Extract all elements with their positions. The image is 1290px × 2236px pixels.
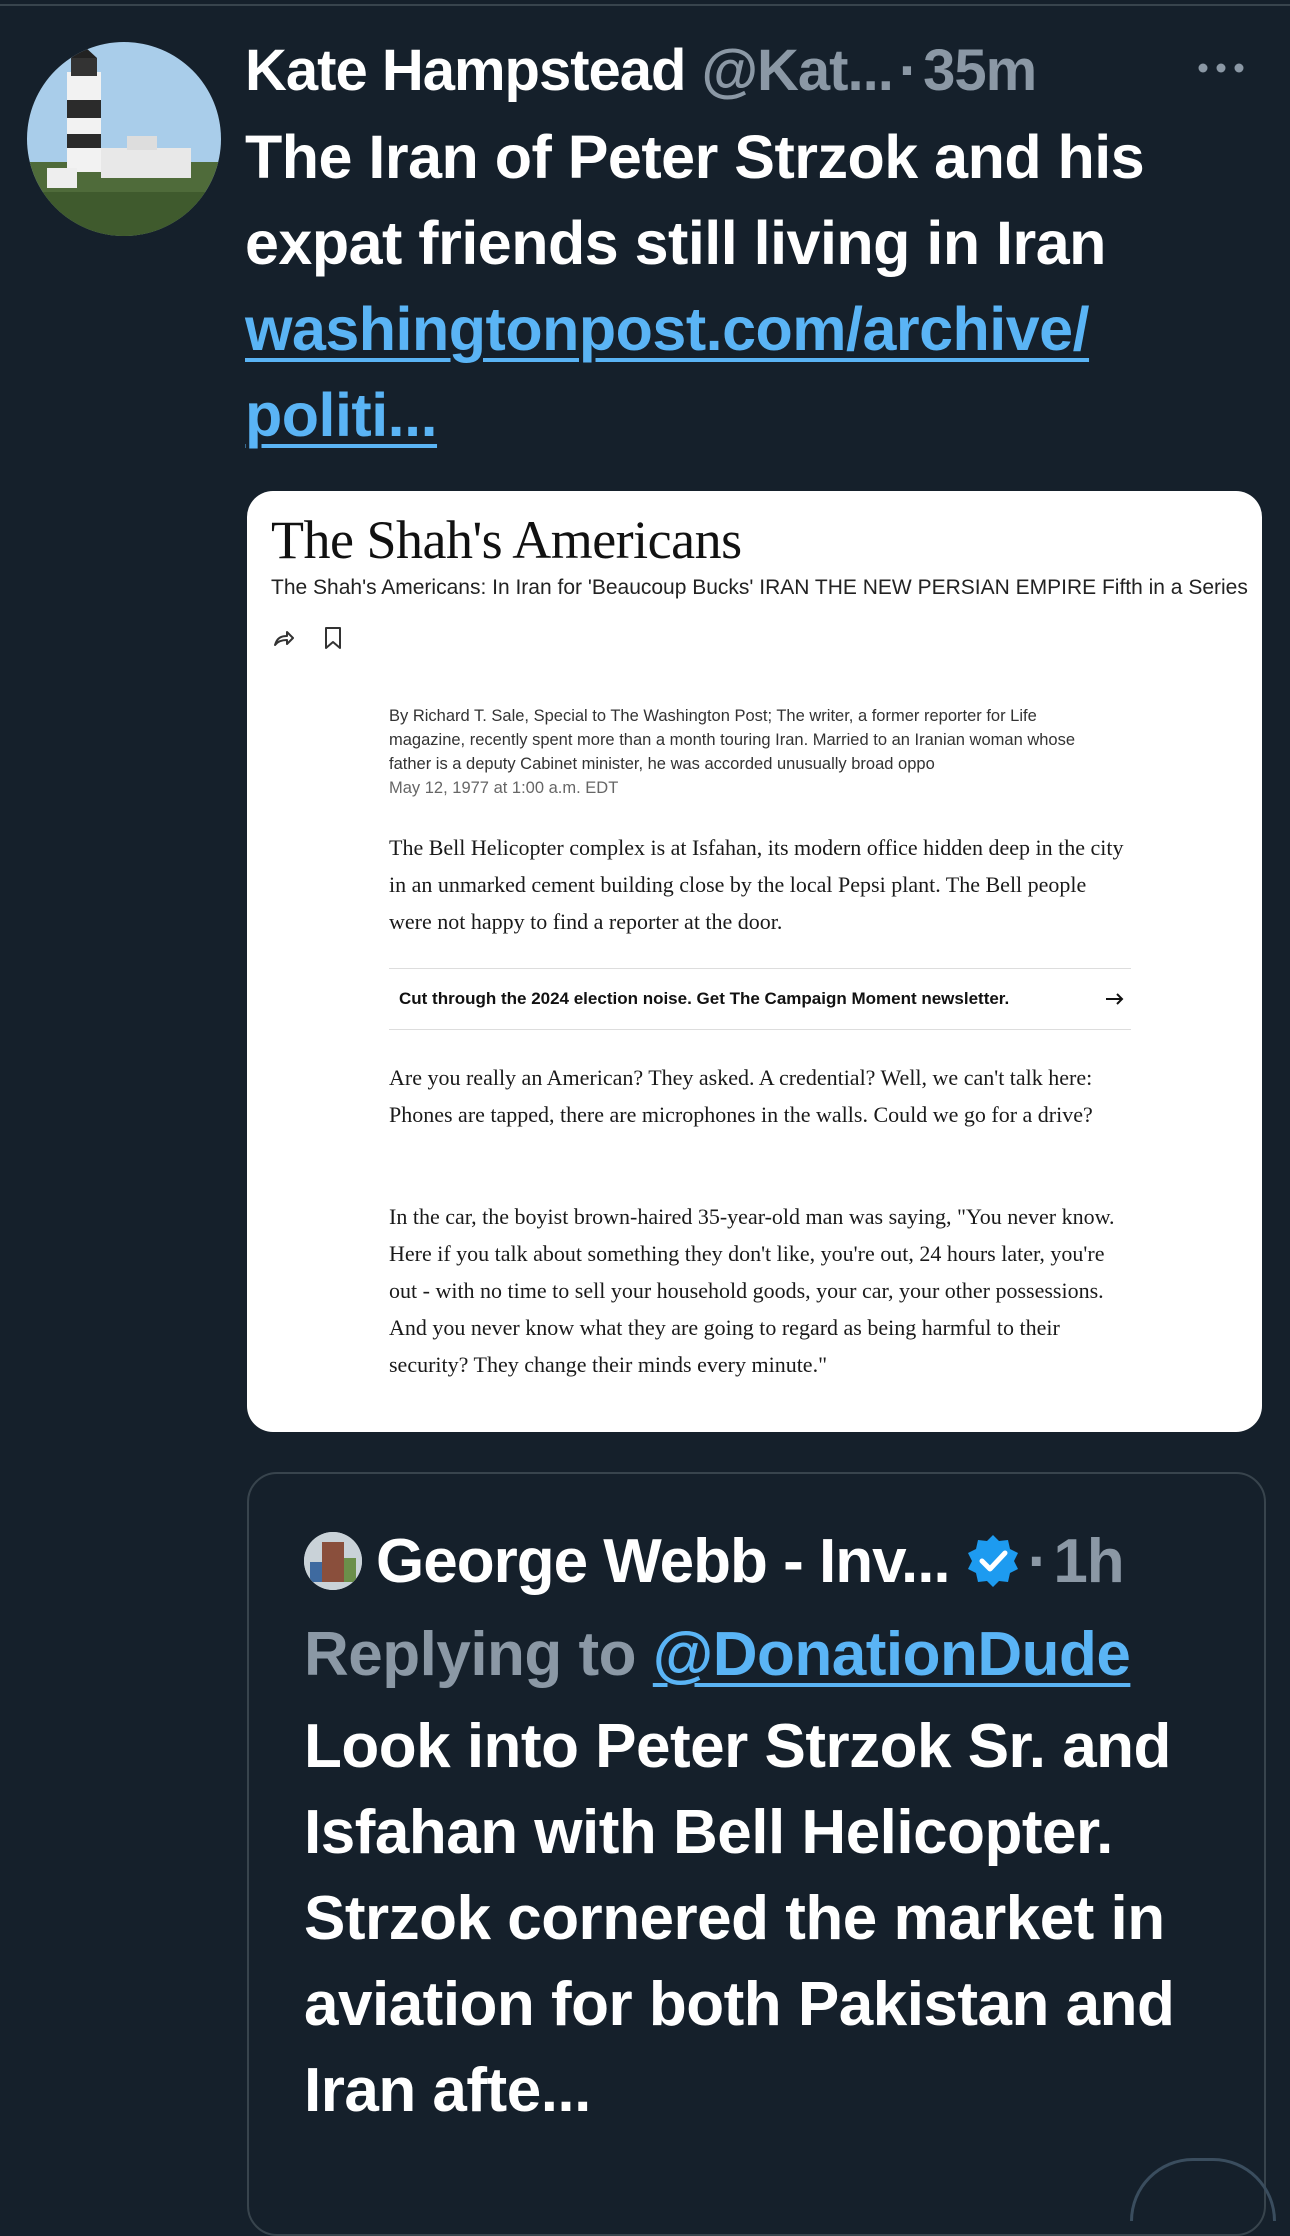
lighthouse-avatar-image [27,42,221,236]
tweet-link-line2[interactable]: politi... [245,372,1235,458]
tweet: Kate Hampstead @Kat... · 35m The Iran of… [245,30,1265,458]
quoted-tweet-header: George Webb - Inv... · 1h [304,1526,1125,1597]
top-divider [0,4,1290,6]
quoted-tweet-text: Look into Peter Strzok Sr. and Isfahan w… [304,1712,1175,2125]
verified-badge-icon [967,1535,1018,1587]
quoted-author-name[interactable]: George Webb - Inv... [376,1526,951,1597]
author-handle[interactable]: @Kat... [701,37,893,104]
quoted-separator-dot: · [1027,1526,1049,1596]
author-avatar[interactable] [27,42,221,236]
article-title: The Shah's Americans [271,510,742,570]
quoted-author-avatar[interactable] [304,1532,362,1590]
article-paragraph-1: The Bell Helicopter complex is at Isfaha… [389,835,1124,934]
quoted-avatar-image [304,1532,362,1590]
replying-to-handle[interactable]: @DonationDude [653,1620,1131,1689]
separator-dot: · [898,37,918,103]
tweet-text: The Iran of Peter Strzok and his expat f… [245,114,1235,458]
share-icon[interactable] [271,626,295,650]
quoted-tweet-time[interactable]: 1h [1053,1526,1124,1597]
article-subtitle: The Shah's Americans: In Iran for 'Beauc… [271,576,1248,599]
tweet-link-line1[interactable]: washingtonpost.com/archive/ [245,286,1235,372]
newsletter-promo[interactable]: Cut through the 2024 election noise. Get… [389,968,1131,1030]
bookmark-icon[interactable] [323,626,343,650]
newsletter-text: Cut through the 2024 election noise. Get… [399,989,1010,1008]
tweet-time[interactable]: 35m [923,37,1037,104]
more-horizontal-icon[interactable] [1191,48,1251,88]
link-preview-card[interactable]: The Shah's Americans The Shah's American… [247,491,1262,1432]
tweet-text-body: The Iran of Peter Strzok and his expat f… [245,123,1145,277]
arrow-right-icon [1106,993,1124,1005]
article-paragraph-2: Are you really an American? They asked. … [389,1065,1093,1127]
replying-to: Replying to @DonationDude [304,1619,1131,1690]
quoted-tweet[interactable]: George Webb - Inv... · 1h Replying to @D… [247,1472,1266,2236]
author-name[interactable]: Kate Hampstead [245,37,686,104]
article-dateline: May 12, 1977 at 1:00 a.m. EDT [389,779,619,797]
article-paragraph-3: In the car, the boyist brown-haired 35-y… [389,1204,1115,1377]
replying-to-label: Replying to [304,1620,637,1689]
tweet-header: Kate Hampstead @Kat... · 35m [245,30,1265,110]
article-byline: By Richard T. Sale, Special to The Washi… [389,707,1076,773]
